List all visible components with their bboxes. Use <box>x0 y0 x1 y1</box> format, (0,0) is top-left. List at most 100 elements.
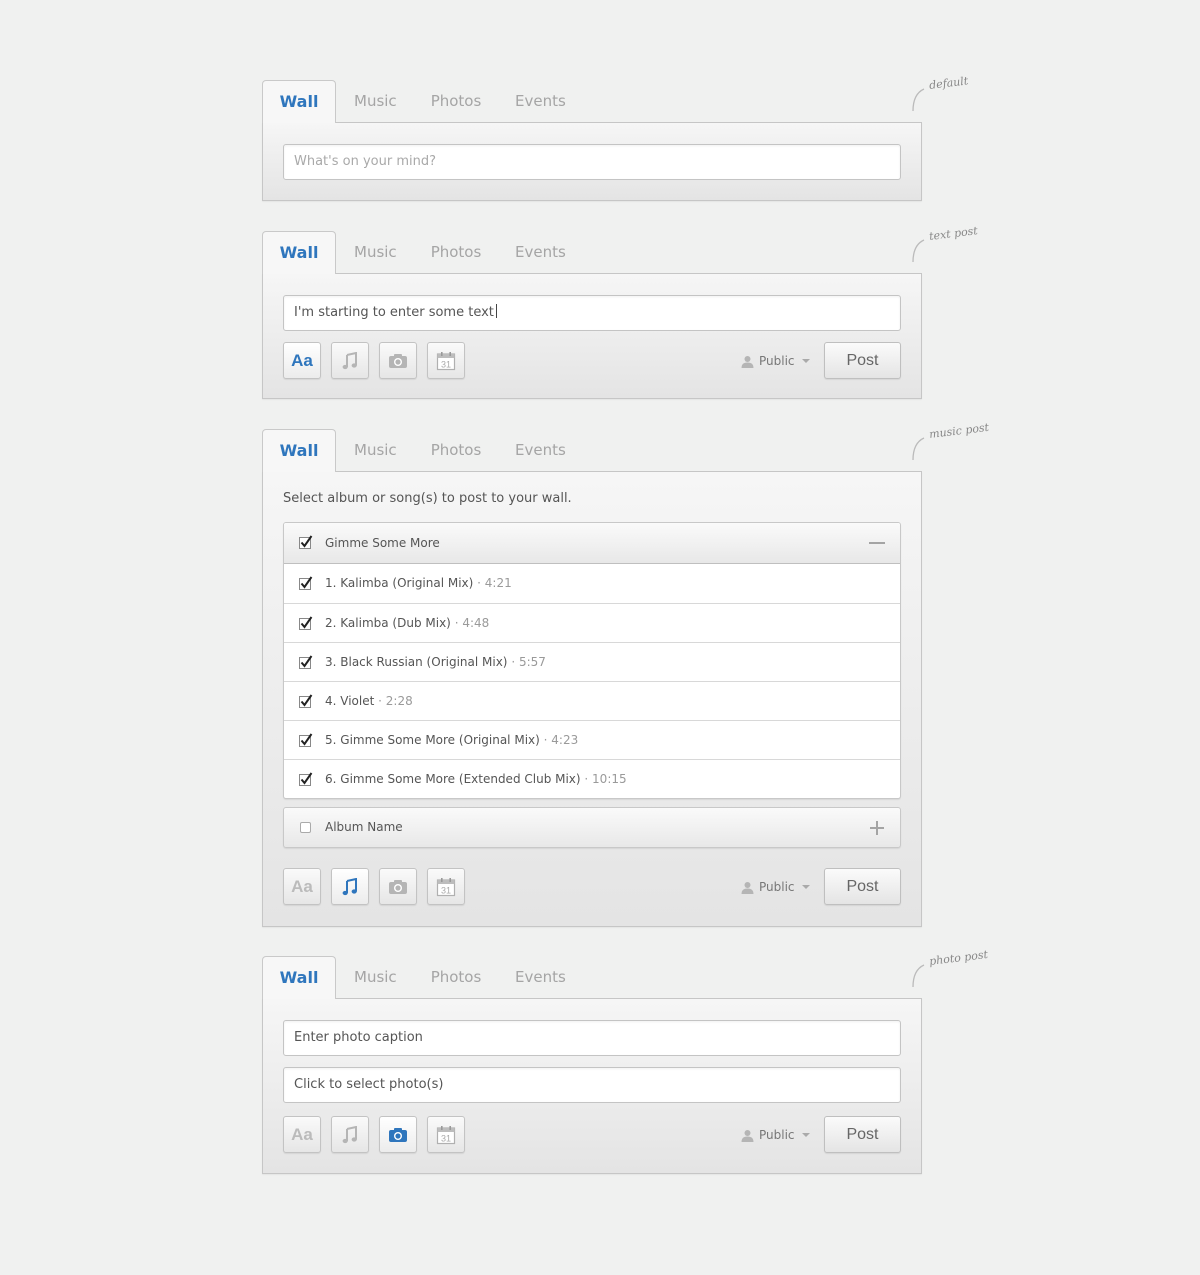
privacy-label: Public <box>759 1128 795 1142</box>
song-row[interactable]: 5. Gimme Some More (Original Mix) · 4:23 <box>284 720 900 759</box>
checkbox-checked[interactable] <box>299 576 313 590</box>
song-duration: · 10:15 <box>584 772 627 786</box>
event-tool-button[interactable]: 31 <box>427 868 465 905</box>
composer-music-post: Wall Music Photos Events Select album or… <box>262 429 922 927</box>
music-tool-button[interactable] <box>331 342 369 379</box>
tab-wall[interactable]: Wall <box>262 80 336 123</box>
text-tool-button[interactable]: Aa <box>283 1116 321 1153</box>
event-tool-button[interactable]: 31 <box>427 342 465 379</box>
privacy-label: Public <box>759 880 795 894</box>
song-title: 2. Kalimba (Dub Mix) <box>325 616 451 630</box>
annotation-curve <box>912 437 925 461</box>
annotation-text-post: text post <box>928 224 979 243</box>
tab-events[interactable]: Events <box>515 956 566 999</box>
checkbox-checked[interactable] <box>299 616 313 630</box>
annotation-curve <box>912 88 925 112</box>
photo-caption-input[interactable]: Enter photo caption <box>283 1020 901 1056</box>
collapse-icon[interactable] <box>869 542 885 544</box>
expand-icon-vertical <box>876 821 878 835</box>
composer-photo-post: Wall Music Photos Events Enter photo cap… <box>262 956 922 1174</box>
album-header[interactable]: Gimme Some More <box>284 523 900 564</box>
post-button[interactable]: Post <box>824 1116 901 1153</box>
photo-tool-button[interactable] <box>379 1116 417 1153</box>
annotation-music-post: music post <box>928 420 990 441</box>
song-row[interactable]: 6. Gimme Some More (Extended Club Mix) ·… <box>284 759 900 798</box>
event-tool-button[interactable]: 31 <box>427 1116 465 1153</box>
music-note-icon <box>342 1125 357 1143</box>
music-instructions: Select album or song(s) to post to your … <box>283 491 572 506</box>
post-button[interactable]: Post <box>824 868 901 905</box>
person-icon <box>741 355 754 368</box>
music-tool-button[interactable] <box>331 1116 369 1153</box>
calendar-icon: 31 <box>436 351 456 370</box>
tab-photos[interactable]: Photos <box>430 231 482 274</box>
chevron-down-icon <box>801 359 810 363</box>
song-row[interactable]: 1. Kalimba (Original Mix) · 4:21 <box>284 564 900 603</box>
song-title: 1. Kalimba (Original Mix) <box>325 576 474 590</box>
song-title: 6. Gimme Some More (Extended Club Mix) <box>325 772 581 786</box>
privacy-dropdown[interactable]: Public <box>741 351 810 371</box>
tab-bar: Wall Music Photos Events <box>262 956 922 999</box>
tab-music[interactable]: Music <box>354 956 397 999</box>
annotation-curve <box>912 239 925 263</box>
annotation-curve <box>912 964 925 988</box>
tab-wall[interactable]: Wall <box>262 956 336 999</box>
calendar-day: 31 <box>441 1133 451 1143</box>
tab-wall[interactable]: Wall <box>262 231 336 274</box>
photo-tool-button[interactable] <box>379 868 417 905</box>
album-title: Album Name <box>325 820 403 834</box>
camera-icon <box>389 1127 407 1142</box>
status-input[interactable]: What's on your mind? <box>283 144 901 180</box>
text-cursor <box>495 304 497 318</box>
composer-panel: Select album or song(s) to post to your … <box>262 471 922 927</box>
chevron-down-icon <box>801 885 810 889</box>
privacy-dropdown[interactable]: Public <box>741 1125 810 1145</box>
tab-photos[interactable]: Photos <box>430 956 482 999</box>
photo-tool-button[interactable] <box>379 342 417 379</box>
tab-music[interactable]: Music <box>354 231 397 274</box>
text-format-icon: Aa <box>291 876 313 896</box>
song-row[interactable]: 3. Black Russian (Original Mix) · 5:57 <box>284 642 900 681</box>
tab-events[interactable]: Events <box>515 429 566 472</box>
song-duration: · 5:57 <box>511 655 546 669</box>
annotation-default: default <box>928 74 969 92</box>
checkbox-checked[interactable] <box>299 694 313 708</box>
text-format-icon: Aa <box>291 1124 313 1144</box>
chevron-down-icon <box>801 1133 810 1137</box>
tab-wall[interactable]: Wall <box>262 429 336 472</box>
privacy-dropdown[interactable]: Public <box>741 877 810 897</box>
song-row[interactable]: 4. Violet · 2:28 <box>284 681 900 720</box>
person-icon <box>741 881 754 894</box>
song-duration: · 4:23 <box>543 733 579 747</box>
song-duration: · 2:28 <box>378 694 413 708</box>
composer-text-post: Wall Music Photos Events I'm starting to… <box>262 231 922 399</box>
album-header-collapsed[interactable]: Album Name <box>283 807 901 848</box>
person-icon <box>741 1129 754 1142</box>
tab-events[interactable]: Events <box>515 80 566 123</box>
text-format-icon: Aa <box>291 350 313 370</box>
tab-music[interactable]: Music <box>354 80 397 123</box>
text-tool-button[interactable]: Aa <box>283 868 321 905</box>
song-row[interactable]: 2. Kalimba (Dub Mix) · 4:48 <box>284 603 900 642</box>
tab-bar: Wall Music Photos Events <box>262 231 922 274</box>
tab-photos[interactable]: Photos <box>430 80 482 123</box>
status-input[interactable]: I'm starting to enter some text <box>283 295 901 331</box>
post-button[interactable]: Post <box>824 342 901 379</box>
checkbox-checked[interactable] <box>299 772 313 786</box>
privacy-label: Public <box>759 354 795 368</box>
checkbox-checked[interactable] <box>299 655 313 669</box>
tab-music[interactable]: Music <box>354 429 397 472</box>
text-tool-button[interactable]: Aa <box>283 342 321 379</box>
checkbox-checked[interactable] <box>299 535 313 549</box>
checkbox-unchecked[interactable] <box>300 822 311 833</box>
tab-bar: Wall Music Photos Events <box>262 429 922 472</box>
camera-icon <box>389 879 407 894</box>
music-tool-button[interactable] <box>331 868 369 905</box>
checkbox-checked[interactable] <box>299 733 313 747</box>
camera-icon <box>389 353 407 368</box>
music-note-icon <box>342 351 357 369</box>
tab-events[interactable]: Events <box>515 231 566 274</box>
photo-select-input[interactable]: Click to select photo(s) <box>283 1067 901 1103</box>
calendar-day: 31 <box>441 885 451 895</box>
tab-photos[interactable]: Photos <box>430 429 482 472</box>
